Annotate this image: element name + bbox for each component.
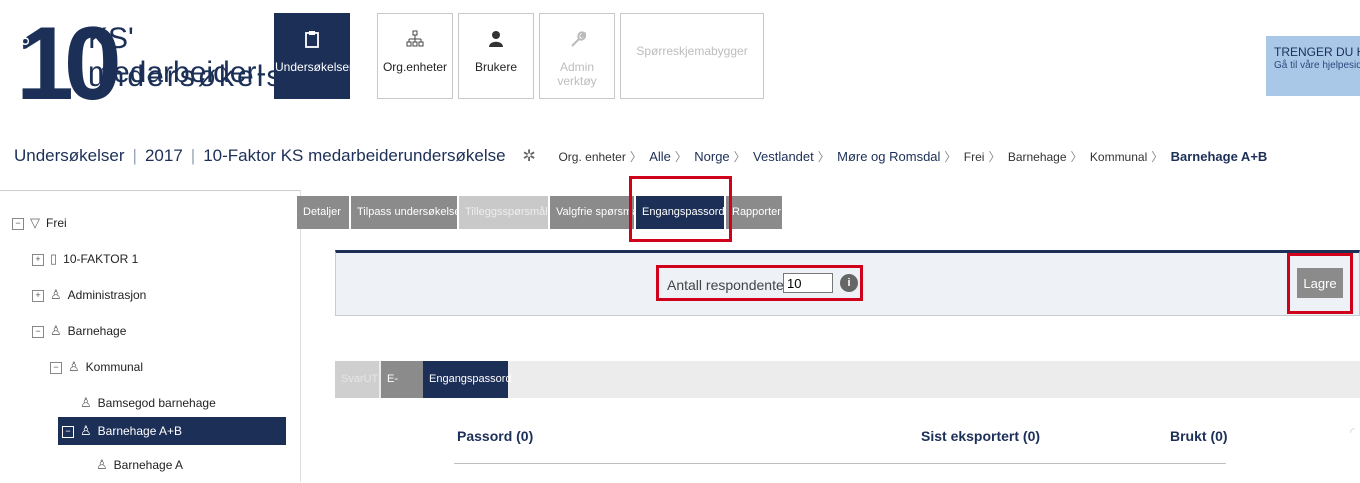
org-unit-icon: ♙: [68, 359, 80, 374]
user-icon: [485, 30, 507, 52]
toolbar-button-brukere[interactable]: Brukere: [458, 13, 534, 99]
expand-icon[interactable]: +: [32, 253, 44, 266]
help-subtitle: Gå til våre hjelpesid: [1274, 60, 1360, 71]
toolbar-label: Undersøkelser: [275, 60, 354, 74]
tree-node-administrasjon[interactable]: + ♙ Administrasjon: [32, 281, 146, 309]
subtab-svarut[interactable]: SvarUT: [335, 361, 379, 398]
funnel-icon: ▽: [30, 215, 40, 230]
wrench-icon: [566, 30, 588, 52]
tree-node-kommunal[interactable]: − ♙ Kommunal: [50, 353, 143, 381]
toolbar-label: Brukere: [474, 60, 518, 74]
org-unit-icon: ♙: [96, 457, 108, 472]
clipboard-icon: [301, 30, 323, 52]
path-item[interactable]: Møre og Romsdal: [837, 149, 940, 164]
toolbar-label: Spørreskjemabygger: [636, 44, 748, 58]
column-header-sist-eksportert[interactable]: Sist eksportert (0): [921, 428, 1040, 444]
org-tree: − ▽ Frei + ▯ 10-FAKTOR 1 + ♙ Administrasjon − ♙…: [0, 190, 300, 483]
subtab-e-post[interactable]: E-post: [381, 361, 423, 422]
toolbar-label: Org.enheter: [382, 60, 448, 74]
tree-node-bamsegod-barnehage[interactable]: ♙ Bamsegod barnehage: [80, 389, 216, 417]
path-item[interactable]: Norge: [694, 149, 729, 164]
collapse-icon[interactable]: −: [50, 361, 62, 374]
org-unit-icon: ♙: [80, 395, 92, 410]
org-chart-icon: [404, 30, 426, 52]
info-icon[interactable]: i: [840, 274, 858, 292]
collapse-icon[interactable]: −: [62, 425, 74, 438]
path-item[interactable]: Kommunal: [1090, 150, 1147, 164]
tree-node-barnehage[interactable]: − ♙ Barnehage: [32, 317, 126, 345]
org-unit-icon: ♙: [50, 323, 62, 338]
collapse-icon[interactable]: −: [32, 325, 44, 338]
subtab-engangspassord[interactable]: Engangspassord: [423, 361, 512, 398]
path-item-current: Barnehage A+B: [1170, 149, 1268, 164]
tab-valgfrie-sporsmal[interactable]: Valgfrie spørsmål: [550, 196, 641, 229]
help-banner[interactable]: TRENGER DU HJ Gå til våre hjelpesid: [1266, 36, 1360, 96]
logo-line-2: undersøkelse: [88, 60, 305, 93]
tree-node-barnehage-a-b[interactable]: − ♙ Barnehage A+B: [58, 417, 286, 445]
gear-icon[interactable]: ✲: [522, 148, 535, 165]
logo-faktor-text: FAKTOR: [20, 26, 32, 78]
tab-tilleggssporsmal[interactable]: Tilleggsspørsmål: [459, 196, 548, 229]
document-icon: ▯: [50, 251, 58, 266]
tab-tilpass-undersokelse[interactable]: Tilpass undersøkelse: [351, 196, 461, 229]
breadcrumb-survey[interactable]: 10-Faktor KS medarbeiderundersøkelse: [203, 146, 505, 165]
divider: [300, 190, 301, 482]
column-header-brukt[interactable]: Brukt (0): [1170, 428, 1228, 444]
expand-icon[interactable]: +: [32, 289, 44, 302]
scroll-indicator-icon[interactable]: ◜: [1350, 425, 1360, 439]
toolbar-button-admin-verktoy[interactable]: Admin verktøy: [539, 13, 615, 99]
toolbar-label: Admin verktøy: [557, 60, 597, 88]
breadcrumb: Undersøkelser | 2017 | 10-Faktor KS medarbei…: [14, 146, 1268, 165]
org-path: Org. enheter 〉 Alle 〉 Norge 〉 Vestlandet 〉 M…: [558, 149, 1268, 164]
app-logo[interactable]: 10 FAKTOR KS' medarbeider- undersøkelse: [8, 12, 301, 116]
toolbar-button-sporreskjemabygger[interactable]: Spørreskjemabygger: [620, 13, 764, 99]
path-item[interactable]: Org. enheter: [558, 150, 625, 164]
respondent-count-label: Antall respondenter: [667, 277, 789, 293]
path-item[interactable]: Barnehage: [1008, 150, 1067, 164]
save-button[interactable]: Lagre: [1297, 268, 1343, 298]
tree-node-10-faktor-1[interactable]: + ▯ 10-FAKTOR 1: [32, 245, 138, 273]
path-item[interactable]: Alle: [649, 149, 671, 164]
breadcrumb-section[interactable]: Undersøkelser: [14, 146, 125, 165]
path-item[interactable]: Frei: [964, 150, 985, 164]
respondent-count-input[interactable]: [783, 273, 833, 293]
path-item[interactable]: Vestlandet: [753, 149, 814, 164]
org-unit-icon: ♙: [50, 287, 62, 302]
toolbar-button-undersokelser[interactable]: Undersøkelser: [274, 13, 354, 99]
tab-detaljer[interactable]: Detaljer: [297, 196, 349, 229]
collapse-icon[interactable]: −: [12, 217, 24, 230]
breadcrumb-year[interactable]: 2017: [145, 146, 183, 165]
tree-node-barnehage-a[interactable]: ♙ Barnehage A: [96, 451, 183, 479]
tab-rapporter[interactable]: Rapporter: [726, 196, 782, 229]
tree-node-frei[interactable]: − ▽ Frei: [12, 209, 67, 237]
help-title: TRENGER DU HJ: [1274, 45, 1360, 59]
org-unit-icon: ♙: [80, 423, 92, 438]
tab-engangspassord[interactable]: Engangspassord: [636, 196, 725, 229]
header-divider: [454, 463, 1226, 464]
column-header-passord[interactable]: Passord (0): [457, 428, 533, 444]
toolbar-button-org-enheter[interactable]: Org.enheter: [377, 13, 453, 99]
